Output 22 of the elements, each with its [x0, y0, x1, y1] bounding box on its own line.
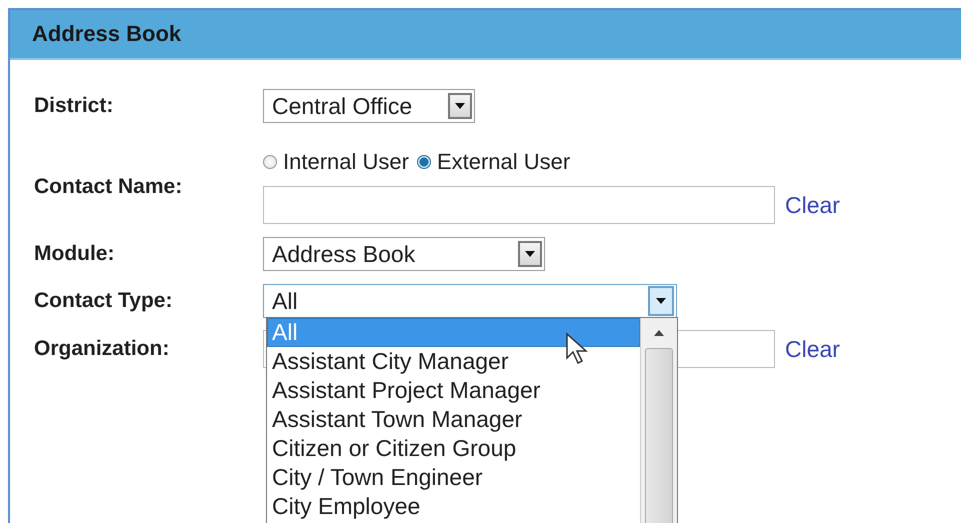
dropdown-option[interactable]: Assistant Project Manager	[267, 376, 640, 405]
field-label: Organization:	[34, 337, 170, 361]
dropdown-option[interactable]: City Employee	[267, 492, 640, 521]
dropdown-option[interactable]: City / Town Engineer	[267, 463, 640, 492]
mouse-pointer-icon	[565, 332, 589, 366]
field-label: Module:	[34, 242, 116, 266]
clear-link[interactable]: Clear	[785, 336, 840, 362]
radio-label[interactable]: Internal User	[283, 149, 409, 175]
district-select[interactable]: Central Office	[263, 89, 475, 123]
radio-button[interactable]	[263, 155, 277, 169]
contact-name-field[interactable]	[263, 186, 775, 224]
field-label: Contact Name:	[34, 175, 184, 199]
dropdown-option[interactable]: Citizen or Citizen Group	[267, 434, 640, 463]
field-label: District:	[34, 94, 114, 118]
radio-button[interactable]	[416, 155, 431, 169]
radio-label[interactable]: External User	[436, 149, 570, 175]
field-label: Contact Type:	[34, 289, 174, 313]
clear-link[interactable]: Clear	[785, 192, 840, 218]
module-select[interactable]: Address Book	[263, 237, 545, 271]
dropdown-option[interactable]: Assistant City Manager	[267, 347, 640, 376]
panel-title: Address Book	[32, 21, 182, 47]
dropdown-option[interactable]: Assistant Town Manager	[267, 405, 640, 434]
